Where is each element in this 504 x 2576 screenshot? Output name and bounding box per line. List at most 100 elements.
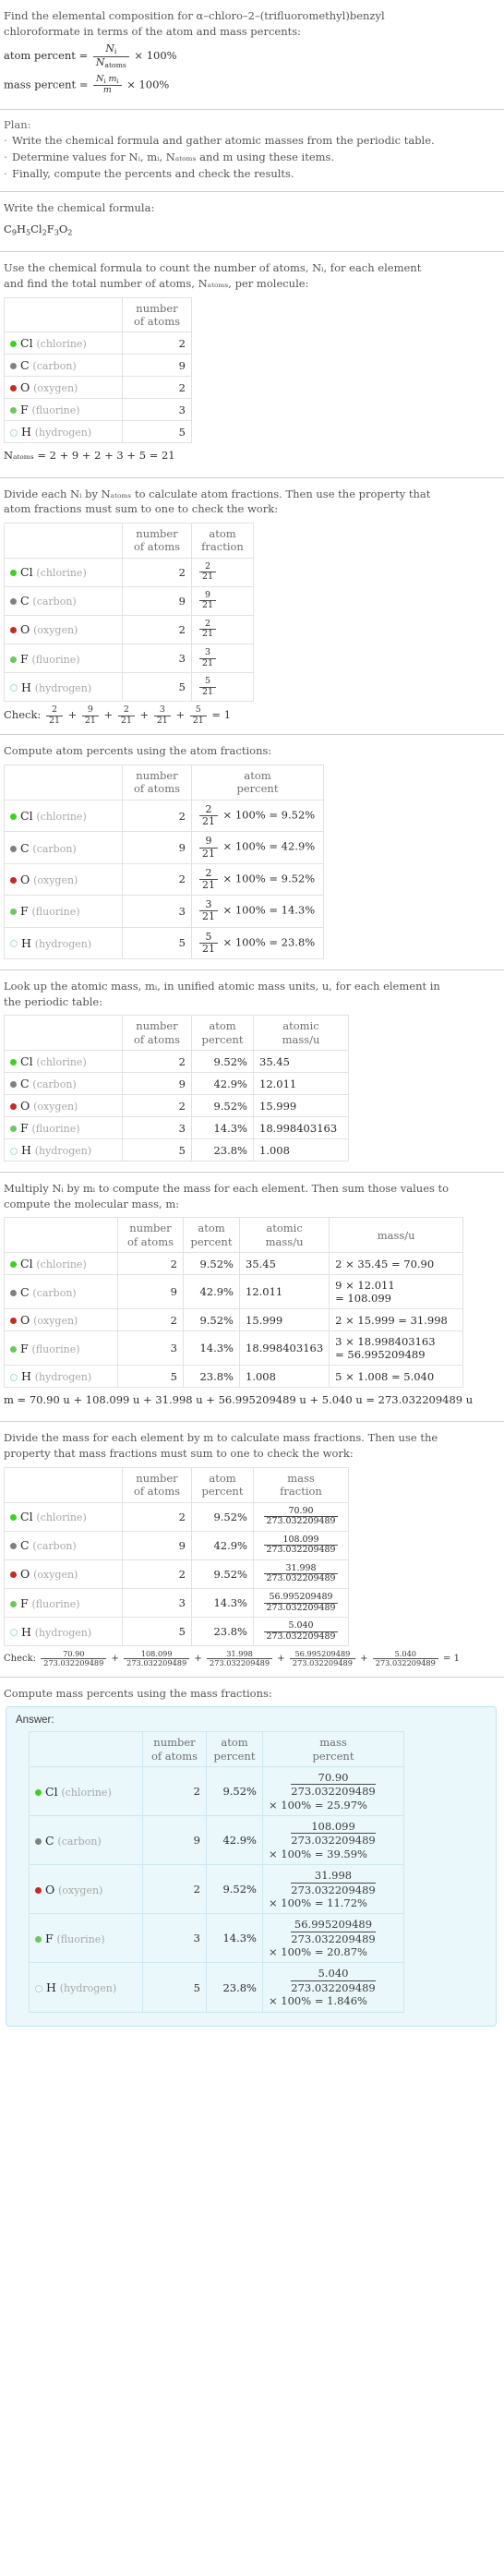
element-name: (fluorine)	[31, 1123, 80, 1136]
prompt-line-2: atom fractions must sum to one to check …	[4, 502, 279, 516]
solution-page: Find the elemental composition for α–chl…	[0, 0, 504, 2037]
element-color-dot-oxygen	[10, 1103, 17, 1111]
fraction-numerator: 108.099	[140, 1649, 173, 1659]
atom-count: 2	[122, 1501, 192, 1532]
mass-expression: 5 × 1.008 = 5.040	[329, 1365, 464, 1389]
atom-count: 9	[122, 831, 192, 864]
fraction-denominator: 273.032209489	[291, 1784, 376, 1799]
element-cell: C (carbon)	[4, 1530, 123, 1560]
atom-count: 2	[122, 331, 192, 355]
prompt-line-2: property that mass fractions must sum to…	[4, 1447, 354, 1461]
element-name: (chlorine)	[36, 567, 87, 580]
atom-count: 5	[122, 672, 192, 703]
table-row: F (fluorine) 3 14.3% 56.995209489 273.032…	[29, 1913, 404, 1964]
atom-count: 2	[122, 1050, 192, 1074]
element-name: (fluorine)	[31, 653, 80, 666]
atomic-mass-value: 12.011	[238, 1274, 330, 1310]
element-cell: F (fluorine)	[4, 1116, 123, 1140]
element-color-dot-oxygen	[10, 1318, 17, 1325]
fraction-numerator: 3	[159, 704, 165, 716]
atom-fraction: 5 21	[191, 672, 254, 703]
atom-count: 3	[122, 398, 192, 422]
atomic-mass-value: 15.999	[253, 1094, 349, 1118]
element-cell: Cl (chlorine)	[4, 1501, 123, 1532]
fraction-denominator: 21	[189, 715, 207, 727]
element-color-dot-carbon	[35, 1837, 42, 1845]
fraction-denominator: m	[93, 84, 122, 96]
atom-count: 3	[117, 1330, 184, 1366]
fraction-denominator: 21	[199, 878, 218, 891]
fraction: 108.099 273.032209489	[263, 1535, 339, 1556]
fraction: 2 21	[199, 561, 216, 583]
element-cell: H (hydrogen)	[4, 1138, 123, 1162]
atomic-mass-value: 15.999	[238, 1308, 330, 1332]
atom-count: 5	[142, 1962, 207, 2013]
fraction-denominator: 21	[45, 715, 63, 727]
fraction: 56.995209489 273.032209489	[263, 1592, 339, 1614]
atom-percent-expression: 3 21 × 100% = 14.3%	[191, 895, 324, 928]
atom-percent-value: 23.8%	[183, 1365, 240, 1389]
mass-percent-formula: mass percent = Ni mi m × 100%	[4, 74, 498, 96]
element-symbol: O	[20, 1567, 30, 1582]
table-row: Cl (chlorine) 2 9.52% 35.45 2 × 35.45 = …	[4, 1252, 464, 1276]
element-symbol: H	[21, 1624, 31, 1639]
element-name: (fluorine)	[31, 404, 80, 417]
table-row: H (hydrogen) 5 23.8% 1.008	[4, 1138, 349, 1162]
atom-count: 2	[122, 862, 192, 897]
mass-fraction: 31.998 273.032209489	[253, 1559, 349, 1589]
table-row: Cl (chlorine) 2 9.52% 70.90 273.032209489	[4, 1501, 349, 1532]
header-atom-percent: atom percent	[206, 1731, 263, 1767]
prompt-line-1: Use the chemical formula to count the nu…	[4, 261, 422, 275]
mass-expression: 2 × 35.45 = 70.90	[329, 1252, 464, 1276]
element-name: (chlorine)	[36, 1056, 87, 1069]
fraction-denominator: 273.032209489	[263, 1602, 339, 1614]
answer-label: Answer:	[16, 1715, 54, 1727]
fraction-denominator: 273.032209489	[41, 1658, 107, 1667]
element-color-dot-carbon	[10, 845, 17, 852]
element-name: (carbon)	[32, 1078, 77, 1091]
element-cell: H (hydrogen)	[4, 672, 123, 703]
atomic-mass-value: 35.45	[253, 1050, 349, 1074]
atom-percent-value: 23.8%	[191, 1617, 254, 1647]
fraction-denominator: 273.032209489	[291, 1882, 376, 1896]
atom-count: 2	[142, 1864, 207, 1915]
atom-fraction: 2 21	[191, 557, 254, 587]
fraction: 3 21	[153, 704, 171, 726]
element-symbol: O	[20, 1099, 30, 1113]
element-symbol: F	[20, 1341, 29, 1355]
fraction: 2 21	[199, 619, 216, 640]
atom-percent-expression: 9 21 × 100% = 42.9%	[191, 831, 324, 864]
table-header-row: number of atoms atom percent mass percent	[29, 1731, 404, 1767]
question-text: Find the elemental composition for α–chl…	[4, 8, 498, 39]
header-mass-fraction: mass fraction	[253, 1466, 349, 1503]
table-row: C (carbon) 9 42.9% 12.011	[4, 1072, 349, 1096]
fraction-denominator: 21	[199, 600, 216, 611]
header-atom-percent: atom percent	[191, 1466, 254, 1503]
check-result: = 1	[443, 1654, 460, 1665]
atom-percent-value: 14.3%	[281, 903, 316, 917]
mass-expression-line-1: 2 × 15.999 = 31.998	[335, 1313, 448, 1327]
element-name: (chlorine)	[36, 1258, 87, 1271]
mass-fraction: 5.040 273.032209489	[253, 1617, 349, 1647]
element-symbol: C	[45, 1833, 54, 1848]
fraction-denominator: 273.032209489	[263, 1573, 339, 1584]
element-name: (carbon)	[57, 1835, 102, 1848]
element-symbol: C	[20, 840, 30, 855]
fraction-numerator: 70.90	[318, 1770, 349, 1784]
atom-count: 3	[122, 1587, 192, 1619]
mass-fraction-step: Divide the mass for each element by m to…	[0, 1422, 504, 1678]
atomic-mass-value: 1.008	[253, 1138, 349, 1162]
element-color-dot-hydrogen	[10, 1629, 18, 1637]
element-cell: O (oxygen)	[4, 614, 123, 645]
atom-percent-label: atom percent	[4, 49, 76, 63]
fraction-numerator: 70.90	[288, 1505, 314, 1516]
atom-percent-value: 9.52%	[191, 1501, 254, 1532]
element-cell: H (hydrogen)	[4, 1365, 118, 1389]
element-name: (hydrogen)	[34, 1145, 92, 1158]
table-row: Cl (chlorine) 2 2 21 × 100% = 9.52%	[4, 799, 324, 833]
mass-expression-line-1: 9 × 12.011	[335, 1279, 395, 1293]
prompt-line-1: Multiply Nᵢ by mᵢ to compute the mass fo…	[4, 1182, 450, 1196]
atom-count: 9	[122, 354, 192, 378]
element-name: (oxygen)	[33, 1101, 78, 1113]
element-symbol: H	[46, 1980, 56, 1995]
